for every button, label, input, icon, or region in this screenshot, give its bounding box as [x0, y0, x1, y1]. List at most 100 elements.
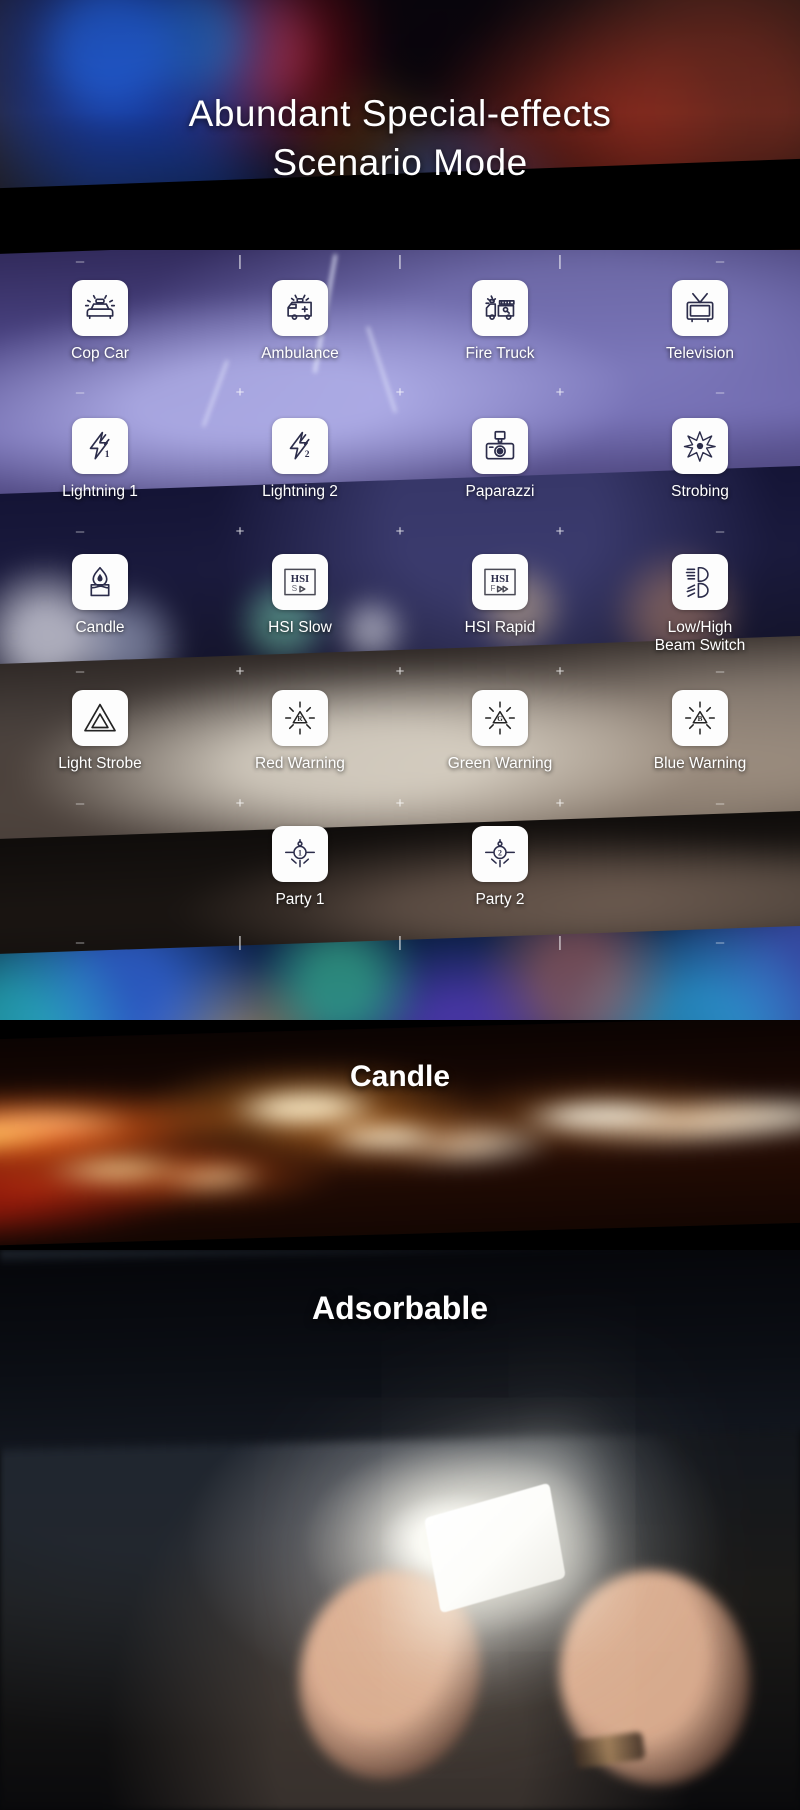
scenario-label: Candle — [75, 619, 125, 636]
tick-row-5: – | | | – — [0, 933, 800, 951]
scenario-label: Blue Warning — [653, 755, 747, 772]
cop-car-icon — [72, 280, 128, 336]
svg-text:1: 1 — [105, 450, 110, 460]
scenario-item-party-2[interactable]: 2 Party 2 — [400, 826, 600, 909]
svg-text:S: S — [292, 583, 298, 593]
candle-feature-section: Candle — [0, 1020, 800, 1250]
scenario-label: Ambulance — [261, 345, 339, 362]
scenario-label: Red Warning — [255, 755, 345, 772]
ambulance-icon — [272, 280, 328, 336]
scenario-label: Lightning 2 — [262, 483, 338, 500]
svg-text:B: B — [698, 715, 703, 723]
car-roof-shape — [0, 1250, 800, 1451]
scenario-row-3: Candle HSI S HSI Slow HSI F HSI Rapid Lo… — [0, 554, 800, 655]
scenario-label: Television — [665, 345, 735, 362]
scenario-item-candle[interactable]: Candle — [0, 554, 200, 655]
tick-mark: – — [715, 662, 725, 680]
scenario-item-green-warning[interactable]: G Green Warning — [400, 690, 600, 773]
scenario-item-light-strobe[interactable]: Light Strobe — [0, 690, 200, 773]
scenario-label: Party 1 — [275, 891, 325, 908]
scenario-mode-grid-section: – | | | – Cop Car Ambulance Fire Truck T… — [0, 250, 800, 1020]
adsorbable-feature-section: Adsorbable — [0, 1250, 800, 1810]
tick-mark: + — [555, 662, 565, 680]
scenario-label: HSI Slow — [268, 619, 332, 636]
tick-mark: – — [75, 383, 85, 401]
scenario-row-4: Light Strobe R Red Warning G Green Warni… — [0, 690, 800, 773]
party-1-icon: 1 — [272, 826, 328, 882]
green-warning-icon: G — [472, 690, 528, 746]
svg-text:G: G — [497, 715, 503, 723]
scenario-grid: – | | | – Cop Car Ambulance Fire Truck T… — [0, 250, 800, 1020]
tick-mark: + — [235, 383, 245, 401]
scenario-item-hsi-slow[interactable]: HSI S HSI Slow — [200, 554, 400, 655]
scenario-item-strobing[interactable]: Strobing — [600, 418, 800, 501]
hero-title: Abundant Special-effects Scenario Mode — [188, 93, 612, 183]
hero-banner: Abundant Special-effects Scenario Mode — [0, 0, 800, 250]
scenario-label: HSI Rapid — [464, 619, 536, 636]
scenario-item-cop-car[interactable]: Cop Car — [0, 280, 200, 363]
tick-mark: – — [715, 933, 725, 951]
scenario-item-blue-warning[interactable]: B Blue Warning — [600, 690, 800, 773]
fire-truck-icon — [472, 280, 528, 336]
hsi-rapid-icon: HSI F — [472, 554, 528, 610]
tick-row-4: – + + + – — [0, 794, 800, 812]
tick-mark: – — [75, 662, 85, 680]
headlight-beam-icon — [672, 554, 728, 610]
tick-mark: | — [238, 252, 242, 270]
scenario-label: Low/High Beam Switch — [654, 619, 746, 654]
adsorbable-section-title: Adsorbable — [311, 1290, 489, 1326]
scenario-row-5: 1 Party 1 2 Party 2 — [0, 826, 800, 909]
svg-text:R: R — [297, 715, 303, 723]
product-page: Abundant Special-effects Scenario Mode –… — [0, 0, 800, 1810]
lightning-2-icon: 2 — [272, 418, 328, 474]
tick-row-0: – | | | – — [0, 252, 800, 270]
scenario-item-television[interactable]: Television — [600, 280, 800, 363]
tick-mark: – — [75, 794, 85, 812]
tick-mark: + — [395, 794, 405, 812]
tick-mark: + — [555, 794, 565, 812]
candle-background-image — [0, 1020, 800, 1247]
tick-mark: | — [558, 252, 562, 270]
tick-mark: + — [235, 522, 245, 540]
scenario-item-lightning-1[interactable]: 1 Lightning 1 — [0, 418, 200, 501]
tick-mark: – — [715, 522, 725, 540]
blue-warning-icon: B — [672, 690, 728, 746]
tick-mark: + — [235, 662, 245, 680]
strobe-burst-icon — [672, 418, 728, 474]
tick-mark: + — [555, 383, 565, 401]
tick-mark: + — [395, 662, 405, 680]
svg-text:F: F — [490, 583, 495, 593]
tick-row-3: – + + + – — [0, 662, 800, 680]
tick-mark: – — [75, 522, 85, 540]
tick-mark: | — [398, 933, 402, 951]
tick-mark: | — [238, 933, 242, 951]
tick-mark: – — [715, 252, 725, 270]
scenario-item-party-1[interactable]: 1 Party 1 — [200, 826, 400, 909]
scenario-label: Cop Car — [71, 345, 129, 362]
scenario-item-paparazzi[interactable]: Paparazzi — [400, 418, 600, 501]
lightning-1-icon: 1 — [72, 418, 128, 474]
scenario-item-hsi-rapid[interactable]: HSI F HSI Rapid — [400, 554, 600, 655]
tick-mark: | — [398, 252, 402, 270]
tick-mark: + — [555, 522, 565, 540]
svg-text:2: 2 — [498, 849, 502, 858]
scenario-item-low-high-beam-switch[interactable]: Low/High Beam Switch — [600, 554, 800, 655]
scenario-item-ambulance[interactable]: Ambulance — [200, 280, 400, 363]
scenario-label: Strobing — [671, 483, 729, 500]
candle-section-title: Candle — [349, 1060, 451, 1093]
scenario-label: Green Warning — [447, 755, 553, 772]
scenario-item-fire-truck[interactable]: Fire Truck — [400, 280, 600, 363]
scenario-label: Lightning 1 — [62, 483, 138, 500]
tick-mark: – — [715, 383, 725, 401]
tick-mark: – — [715, 794, 725, 812]
tick-mark: + — [235, 794, 245, 812]
red-warning-icon: R — [272, 690, 328, 746]
hsi-slow-icon: HSI S — [272, 554, 328, 610]
scenario-label: Paparazzi — [465, 483, 535, 500]
scenario-row-2: 1 Lightning 1 2 Lightning 2 Paparazzi St… — [0, 418, 800, 501]
scenario-item-red-warning[interactable]: R Red Warning — [200, 690, 400, 773]
scenario-item-lightning-2[interactable]: 2 Lightning 2 — [200, 418, 400, 501]
scenario-label: Fire Truck — [465, 345, 535, 362]
tick-mark: + — [395, 522, 405, 540]
tick-mark: – — [75, 252, 85, 270]
